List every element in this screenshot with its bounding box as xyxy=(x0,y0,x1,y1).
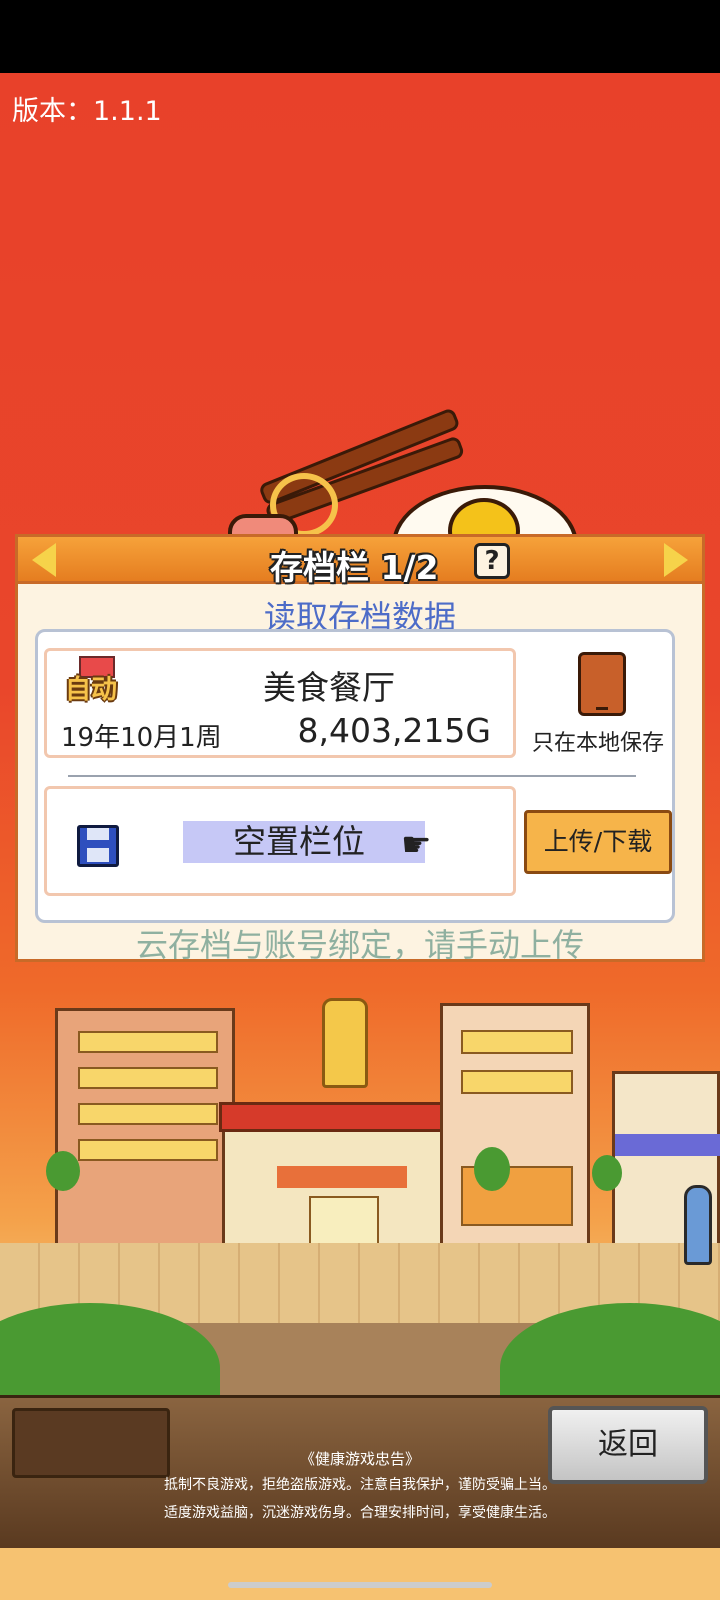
upload-download-button[interactable]: 上传/下载 xyxy=(524,810,672,874)
health-notice-title: 《健康游戏忠告》 xyxy=(299,1450,420,1468)
save-panel-title: 存档栏 1/2 xyxy=(270,548,439,587)
save-slot-name: 美食餐厅 xyxy=(263,668,395,707)
back-button[interactable]: 返回 xyxy=(548,1406,708,1484)
floppy-disk-icon xyxy=(77,825,119,867)
bush-illustration xyxy=(474,1147,510,1191)
character-sprite xyxy=(684,1185,712,1265)
cloud-save-note: 云存档与账号绑定，请手动上传 xyxy=(135,926,584,964)
save-slot-empty[interactable]: 空置栏位 ☚ xyxy=(44,786,516,896)
status-bar xyxy=(0,0,720,73)
save-panel-header: 存档栏 1/2 ? xyxy=(18,537,702,587)
restaurant-illustration xyxy=(219,1102,469,1253)
bush-illustration xyxy=(592,1155,622,1191)
save-slot-date: 19年10月1周 xyxy=(61,723,222,753)
version-label: 版本：1.1.1 xyxy=(12,96,162,127)
health-notice-line-1: 抵制不良游戏，拒绝盗版游戏。注意自我保护，谨防受骗上当。 xyxy=(164,1477,556,1493)
home-indicator[interactable] xyxy=(228,1582,492,1588)
save-slot-auto[interactable]: 自动 美食餐厅 19年10月1周 8,403,215G xyxy=(44,648,516,758)
auto-save-badge: 自动 xyxy=(65,675,118,705)
bush-illustration xyxy=(46,1151,80,1191)
auto-save-icon: 自动 xyxy=(65,656,131,712)
arrow-left-icon[interactable] xyxy=(32,543,56,577)
divider xyxy=(68,775,636,777)
building-illustration xyxy=(440,1003,590,1253)
phone-icon xyxy=(578,652,626,716)
save-slots-list: 自动 美食餐厅 19年10月1周 8,403,215G 只在本地保存 空置栏位 … xyxy=(35,629,675,923)
pointing-hand-icon: ☚ xyxy=(401,825,432,865)
trophy-statue-illustration xyxy=(322,998,368,1088)
empty-slot-label: 空置栏位 xyxy=(233,822,365,861)
save-panel: 存档栏 1/2 ? 读取存档数据 自动 美食餐厅 19年10月1周 8,403,… xyxy=(15,534,705,964)
arrow-right-icon[interactable] xyxy=(664,543,688,577)
building-illustration xyxy=(55,1008,235,1258)
footer-bar: 返回 《健康游戏忠告》 抵制不良游戏，拒绝盗版游戏。注意自我保护，谨防受骗上当。… xyxy=(0,1395,720,1548)
health-notice-line-2: 适度游戏益脑，沉迷游戏伤身。合理安排时间，享受健康生活。 xyxy=(164,1505,556,1521)
save-slot-money: 8,403,215G xyxy=(297,711,491,750)
question-icon[interactable]: ? xyxy=(474,543,510,579)
game-scene: 版本：1.1.1 存档栏 1/2 ? 读取存档数据 自动 美食餐厅 19年10月… xyxy=(0,73,720,1600)
local-only-label: 只在本地保存 xyxy=(532,731,665,756)
